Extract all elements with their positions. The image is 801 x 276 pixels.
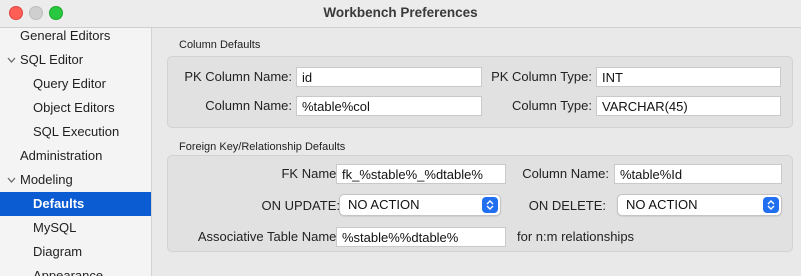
sidebar-item-mysql[interactable]: MySQL (0, 216, 151, 240)
sidebar-item-diagram[interactable]: Diagram (0, 240, 151, 264)
sidebar-item-modeling[interactable]: Modeling (0, 168, 151, 192)
sidebar-item-query-editor[interactable]: Query Editor (0, 72, 151, 96)
window-title: Workbench Preferences (323, 5, 478, 20)
sidebar-item-label: General Editors (20, 28, 111, 43)
sidebar-item-label: Object Editors (33, 100, 115, 115)
sidebar-item-appearance[interactable]: Appearance (0, 264, 151, 276)
sidebar-item-administration[interactable]: Administration (0, 144, 151, 168)
fk-column-name-label: Column Name: (522, 166, 609, 181)
fk-name-field[interactable]: fk_%stable%_%dtable% (336, 164, 506, 184)
on-delete-select[interactable]: NO ACTION (617, 194, 782, 216)
sidebar-item-label: Diagram (33, 244, 83, 259)
sidebar-item-label: Query Editor (33, 76, 106, 91)
sidebar-item-label: Appearance (33, 268, 104, 276)
sidebar-item-label: Defaults (33, 196, 85, 211)
sidebar-item-defaults[interactable]: Defaults (0, 192, 151, 216)
column-defaults-panel: PK Column Name: id PK Column Type: INT C… (167, 56, 793, 128)
sidebar-item-label: Modeling (20, 172, 73, 187)
column-name-label: Column Name: (205, 98, 292, 113)
up-down-chevron-icon (482, 197, 498, 213)
column-defaults-heading: Column Defaults (179, 39, 261, 51)
on-update-label: ON UPDATE: (261, 198, 341, 213)
preferences-sidebar: General Editors SQL Editor Query Editor … (0, 28, 152, 276)
column-type-field[interactable]: VARCHAR(45) (596, 96, 781, 116)
pk-column-type-field[interactable]: INT (596, 67, 781, 87)
title-bar: Workbench Preferences (0, 0, 801, 28)
sidebar-item-label: SQL Execution (33, 124, 120, 139)
sidebar-item-sql-editor[interactable]: SQL Editor (0, 48, 151, 72)
column-name-field[interactable]: %table%col (296, 96, 482, 116)
associative-table-name-label: Associative Table Name: (197, 229, 340, 244)
sidebar-item-object-editors[interactable]: Object Editors (0, 96, 151, 120)
sidebar-item-general-editors[interactable]: General Editors (0, 28, 151, 48)
on-update-value: NO ACTION (348, 197, 420, 212)
on-delete-value: NO ACTION (626, 197, 698, 212)
on-delete-label: ON DELETE: (528, 198, 606, 213)
pk-column-name-label: PK Column Name: (184, 69, 292, 84)
associative-table-name-field[interactable]: %stable%%dtable% (336, 227, 506, 247)
sidebar-item-sql-execution[interactable]: SQL Execution (0, 120, 151, 144)
sidebar-item-label: SQL Editor (20, 52, 84, 67)
preferences-window: Workbench Preferences General Editors SQ… (0, 0, 801, 276)
on-update-select[interactable]: NO ACTION (339, 194, 501, 216)
associative-table-note: for n:m relationships (517, 229, 635, 244)
pk-column-type-label: PK Column Type: (491, 69, 592, 84)
sidebar-item-label: Administration (20, 148, 103, 163)
column-type-label: Column Type: (512, 98, 592, 113)
sidebar-item-label: MySQL (33, 220, 77, 235)
fk-column-name-field[interactable]: %table%Id (614, 164, 782, 184)
fk-name-label: FK Name: (281, 166, 340, 181)
up-down-chevron-icon (763, 197, 779, 213)
preferences-content: Column Defaults PK Column Name: id PK Co… (152, 28, 801, 276)
pk-column-name-field[interactable]: id (296, 67, 482, 87)
fk-defaults-heading: Foreign Key/Relationship Defaults (179, 141, 346, 153)
fk-defaults-panel: FK Name: fk_%stable%_%dtable% Column Nam… (167, 155, 793, 252)
